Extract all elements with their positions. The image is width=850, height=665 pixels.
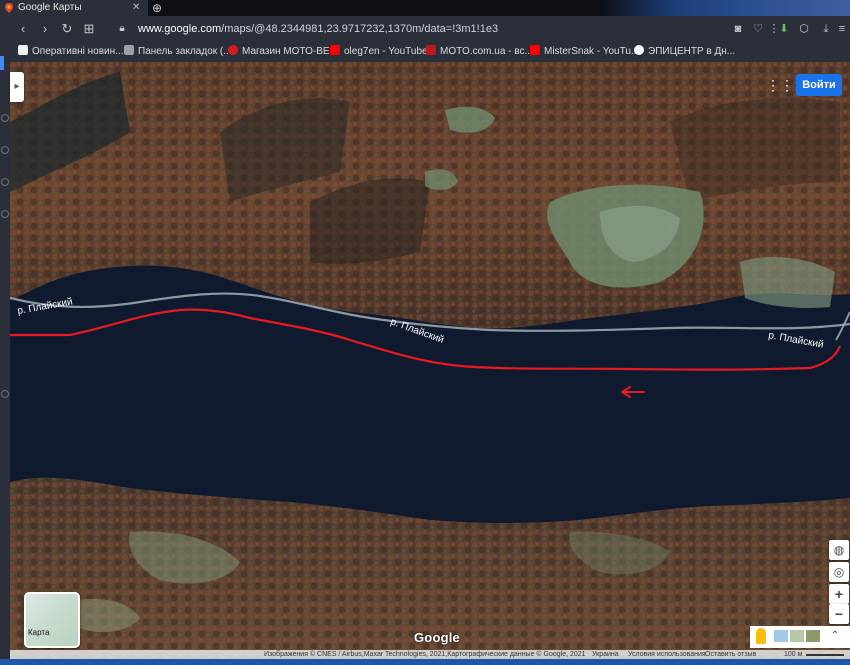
imagery-thumb[interactable] (774, 630, 788, 642)
tab-grid-icon[interactable]: ⊞ (80, 16, 98, 42)
bookmark-item[interactable]: Магазин МОТО-ВЕ... (228, 42, 338, 62)
folder-icon (124, 45, 134, 55)
terms-link[interactable]: Условия использования (628, 650, 706, 659)
globe-icon[interactable]: ◍ (829, 540, 849, 560)
google-apps-icon[interactable]: ⋮⋮ (766, 76, 794, 94)
attribution-text: Изображения © CNES / Airbus,Maxar Techno… (264, 651, 586, 658)
imagery-thumb[interactable] (806, 630, 820, 642)
sidebar-item[interactable] (1, 146, 9, 154)
google-logo: Google (414, 630, 460, 645)
tab-google-maps[interactable]: Google Карты ✕ (0, 0, 148, 16)
pegman-icon[interactable] (756, 628, 766, 644)
my-location-icon[interactable]: ◎ (829, 562, 849, 582)
menu-icon[interactable]: ≡ (834, 16, 850, 42)
moto-shop-icon (228, 45, 238, 55)
bookmark-item[interactable]: Панель закладок (... (124, 42, 232, 62)
youtube-icon (330, 45, 340, 55)
tab-title: Google Карты (18, 2, 82, 13)
download-arrow-icon[interactable]: ⬇ (776, 16, 792, 42)
lock-icon[interactable]: 🔒︎ (113, 16, 131, 42)
back-icon[interactable]: ‹ (14, 16, 32, 42)
news-icon (18, 45, 28, 55)
sidebar-item[interactable] (1, 178, 9, 186)
map-layer-toggle[interactable] (24, 592, 80, 648)
cube-icon[interactable]: ⬡ (796, 16, 812, 42)
zoom-out-button[interactable]: − (829, 604, 849, 624)
sidebar-item[interactable] (1, 390, 9, 398)
download-icon[interactable]: ⤓ (818, 16, 834, 42)
sign-in-button[interactable]: Войти (796, 74, 842, 96)
feedback-link[interactable]: Оставить отзыв (705, 650, 756, 659)
taskbar (0, 659, 850, 665)
bookmark-item[interactable]: oleg7en - YouTube (330, 42, 428, 62)
imagery-thumb[interactable] (790, 630, 804, 642)
youtube-icon (530, 45, 540, 55)
expand-icon[interactable]: ⌃ (826, 630, 844, 642)
camera-icon[interactable]: ◙ (730, 16, 746, 42)
sidebar-item[interactable] (1, 210, 9, 218)
bookmark-item[interactable]: MOTO.com.ua - вс... (426, 42, 533, 62)
moto-site-icon (426, 45, 436, 55)
reload-icon[interactable]: ↻ (58, 16, 76, 42)
sidebar-item[interactable] (1, 114, 9, 122)
bookmark-item[interactable]: ЭПИЦЕНТР в Дн... (634, 42, 735, 62)
new-tab-icon[interactable]: ⊕ (150, 1, 164, 15)
scale-label[interactable]: 100 м (784, 650, 802, 659)
sidebar-active-indicator (0, 56, 4, 70)
collapse-side-panel-button[interactable]: ▸ (10, 72, 24, 102)
url-host: www.google.com (138, 23, 222, 35)
zoom-in-button[interactable]: + (829, 584, 849, 604)
map-canvas: р. Плайский р. Плайский р. Плайский (10, 62, 850, 658)
google-maps-icon (5, 3, 13, 13)
satellite-map[interactable]: р. Плайский р. Плайский р. Плайский (10, 62, 850, 658)
address-bar[interactable]: www.google.com/maps/@48.2344981,23.97172… (138, 16, 498, 42)
bookmark-item[interactable]: MisterSnak - YouTu... (530, 42, 639, 62)
forward-icon[interactable]: › (36, 16, 54, 42)
scale-bar (806, 654, 844, 656)
url-path: /maps/@48.2344981,23.9717232,1370m/data=… (221, 23, 499, 35)
tab-close-icon[interactable]: ✕ (132, 0, 140, 16)
bookmark-item[interactable]: Оперативні новин... (18, 42, 124, 62)
epicentr-icon (634, 45, 644, 55)
heart-icon[interactable]: ♡ (750, 16, 766, 42)
country-text: Украина (592, 651, 619, 658)
map-layer-label: Карта (28, 628, 50, 637)
tab-strip-background (600, 0, 850, 16)
